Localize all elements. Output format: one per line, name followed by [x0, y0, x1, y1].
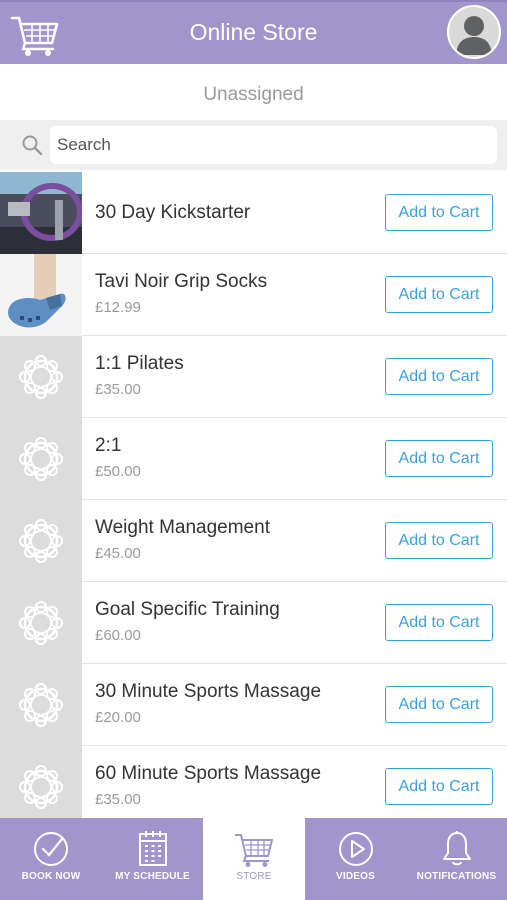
product-price: £45.00: [95, 545, 141, 562]
product-list: 30 Day Kickstarter Add to Cart Tavi Noir…: [0, 172, 507, 818]
product-image: [0, 336, 82, 418]
bell-icon: [442, 831, 471, 866]
add-to-cart-button[interactable]: Add to Cart: [385, 522, 493, 559]
bottom-nav: BOOK NOW MY SCHEDULE STORE VIDEOS NOTIFI…: [0, 818, 507, 900]
add-to-cart-button[interactable]: Add to Cart: [385, 768, 493, 805]
placeholder-logo-icon: [19, 437, 63, 481]
page-title: Online Store: [189, 19, 318, 45]
product-name: Weight Management: [95, 517, 270, 538]
product-image: [0, 664, 82, 746]
product-price: £20.00: [95, 709, 141, 726]
placeholder-logo-icon: [19, 519, 63, 563]
user-avatar-icon: [456, 16, 492, 55]
tab-notifications[interactable]: NOTIFICATIONS: [406, 818, 507, 900]
grip-socks-photo: [0, 254, 82, 336]
tab-label: BOOK NOW: [21, 871, 81, 882]
product-name: Goal Specific Training: [95, 599, 280, 620]
product-price: £12.99: [95, 299, 141, 316]
product-name: Tavi Noir Grip Socks: [95, 271, 268, 292]
check-circle-icon: [34, 832, 68, 866]
placeholder-logo-icon: [19, 683, 63, 727]
product-image: [0, 172, 82, 254]
placeholder-logo-icon: [19, 355, 63, 399]
product-image: [0, 500, 82, 582]
product-name: 60 Minute Sports Massage: [95, 763, 322, 784]
product-name: 30 Minute Sports Massage: [95, 681, 322, 702]
add-to-cart-button[interactable]: Add to Cart: [385, 358, 493, 395]
product-name: 1:1 Pilates: [95, 353, 184, 374]
product-row: 1:1 Pilates £35.00 Add to Cart: [0, 336, 507, 418]
tab-my-schedule[interactable]: MY SCHEDULE: [102, 818, 203, 900]
search-icon: [22, 135, 43, 156]
placeholder-logo-icon: [19, 765, 63, 809]
product-name: 2:1: [95, 435, 122, 456]
add-to-cart-button[interactable]: Add to Cart: [385, 440, 493, 477]
add-to-cart-button[interactable]: Add to Cart: [385, 276, 493, 313]
tab-label: MY SCHEDULE: [115, 871, 190, 882]
shopping-cart-icon: [235, 834, 273, 867]
placeholder-logo-icon: [19, 601, 63, 645]
add-to-cart-button[interactable]: Add to Cart: [385, 686, 493, 723]
add-to-cart-button[interactable]: Add to Cart: [385, 194, 493, 231]
pilates-ring-photo: [0, 172, 82, 254]
product-name: 30 Day Kickstarter: [95, 202, 251, 223]
tab-book-now[interactable]: BOOK NOW: [0, 818, 102, 900]
product-image: [0, 582, 82, 664]
tab-label: STORE: [236, 871, 272, 882]
product-row: 30 Minute Sports Massage £20.00 Add to C…: [0, 664, 507, 746]
tab-label: NOTIFICATIONS: [416, 871, 497, 882]
product-price: £35.00: [95, 381, 141, 398]
product-row: Goal Specific Training £60.00 Add to Car…: [0, 582, 507, 664]
product-row: 30 Day Kickstarter Add to Cart: [0, 172, 507, 254]
category-label: Unassigned: [203, 84, 304, 105]
product-price: £35.00: [95, 791, 141, 808]
play-circle-icon: [338, 832, 373, 866]
search-input[interactable]: [50, 126, 497, 164]
product-image: [0, 746, 82, 818]
product-row: 60 Minute Sports Massage £35.00 Add to C…: [0, 746, 507, 818]
calendar-icon: [138, 831, 167, 866]
app-header: Online Store: [0, 0, 507, 64]
product-price: £50.00: [95, 463, 141, 480]
tab-store[interactable]: STORE: [203, 818, 305, 900]
product-row: 2:1 £50.00 Add to Cart: [0, 418, 507, 500]
product-row: Weight Management £45.00 Add to Cart: [0, 500, 507, 582]
product-price: £60.00: [95, 627, 141, 644]
add-to-cart-button[interactable]: Add to Cart: [385, 604, 493, 641]
tab-label: VIDEOS: [336, 871, 375, 882]
product-row: Tavi Noir Grip Socks £12.99 Add to Cart: [0, 254, 507, 336]
search-bar: [0, 120, 507, 170]
tab-videos[interactable]: VIDEOS: [305, 818, 406, 900]
product-image: [0, 418, 82, 500]
user-avatar-button[interactable]: [447, 5, 501, 59]
product-image: [0, 254, 82, 336]
